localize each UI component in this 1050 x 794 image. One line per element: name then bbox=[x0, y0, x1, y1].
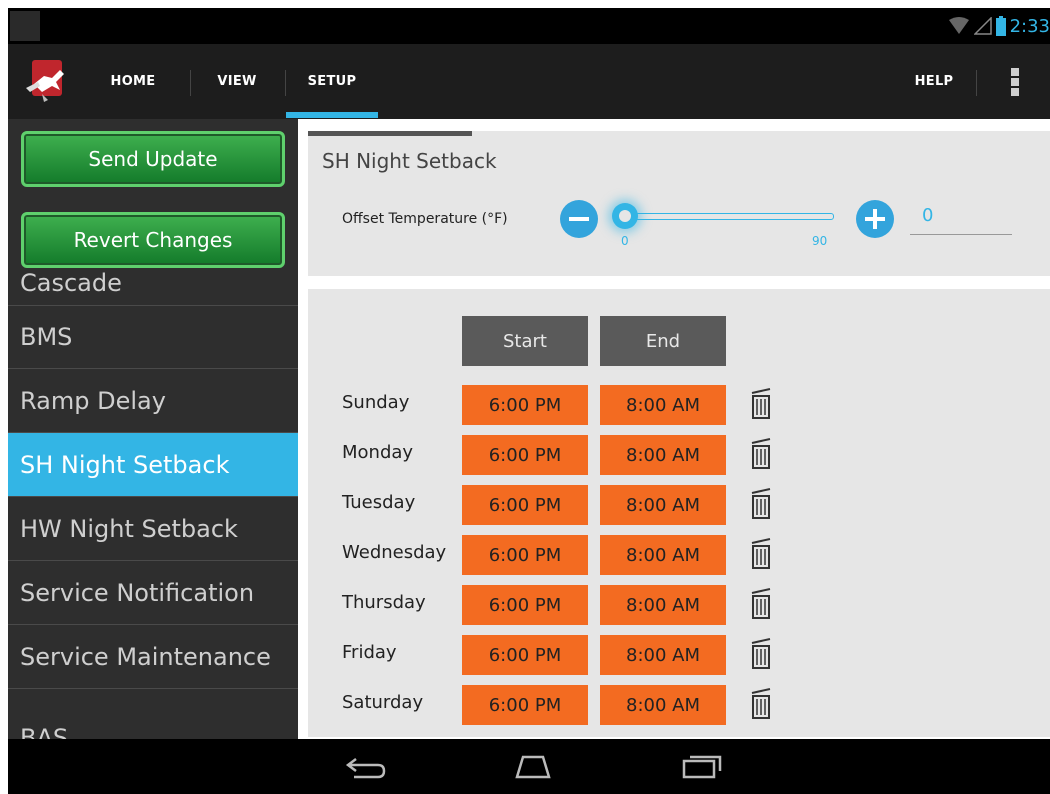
end-time-cell[interactable]: 8:00 AM bbox=[600, 435, 726, 475]
increase-button[interactable] bbox=[856, 200, 894, 238]
offset-value-field[interactable]: 0 bbox=[910, 205, 1012, 235]
schedule-row: Monday 6:00 PM 8:00 AM bbox=[308, 432, 1050, 475]
panel-accent bbox=[308, 131, 472, 136]
end-time-cell[interactable]: 8:00 AM bbox=[600, 485, 726, 525]
tablet-screen: 2:33 HOME VIEW SETUP HELP Cascade BMS Ra… bbox=[8, 8, 1050, 794]
offset-slider[interactable] bbox=[626, 213, 834, 220]
start-time-cell[interactable]: 6:00 PM bbox=[462, 385, 588, 425]
trash-icon[interactable] bbox=[750, 538, 772, 570]
action-bar: HOME VIEW SETUP HELP bbox=[8, 44, 1050, 119]
trash-icon[interactable] bbox=[750, 638, 772, 670]
trash-icon[interactable] bbox=[750, 688, 772, 720]
wifi-icon bbox=[948, 17, 969, 34]
schedule-panel: Start End Sunday 6:00 PM 8:00 AM Monday … bbox=[308, 289, 1050, 737]
nav-divider bbox=[190, 70, 191, 96]
home-icon[interactable] bbox=[511, 751, 555, 781]
end-time-cell[interactable]: 8:00 AM bbox=[600, 685, 726, 725]
start-time-cell[interactable]: 6:00 PM bbox=[462, 435, 588, 475]
sidebar-item-bas[interactable]: BAS bbox=[8, 689, 298, 739]
day-label: Tuesday bbox=[342, 491, 416, 513]
end-header: End bbox=[600, 316, 726, 366]
start-time-cell[interactable]: 6:00 PM bbox=[462, 635, 588, 675]
schedule-row: Sunday 6:00 PM 8:00 AM bbox=[308, 382, 1050, 425]
schedule-row: Wednesday 6:00 PM 8:00 AM bbox=[308, 532, 1050, 575]
schedule-row: Thursday 6:00 PM 8:00 AM bbox=[308, 582, 1050, 625]
back-icon[interactable] bbox=[344, 751, 388, 781]
schedule-row: Tuesday 6:00 PM 8:00 AM bbox=[308, 482, 1050, 525]
sidebar: Cascade BMS Ramp Delay SH Night Setback … bbox=[8, 119, 298, 739]
recents-icon[interactable] bbox=[680, 751, 724, 781]
overflow-menu-icon[interactable] bbox=[1010, 68, 1020, 96]
setback-panel: SH Night Setback Offset Temperature (°F)… bbox=[308, 131, 1050, 276]
end-time-cell[interactable]: 8:00 AM bbox=[600, 535, 726, 575]
slider-max-label: 90 bbox=[812, 234, 828, 248]
end-time-cell[interactable]: 8:00 AM bbox=[600, 635, 726, 675]
status-bar: 2:33 bbox=[8, 8, 1050, 44]
day-label: Friday bbox=[342, 641, 397, 663]
sidebar-item-hw-night-setback[interactable]: HW Night Setback bbox=[8, 497, 298, 561]
offset-slider-thumb[interactable] bbox=[612, 203, 638, 229]
end-time-cell[interactable]: 8:00 AM bbox=[600, 585, 726, 625]
schedule-row: Saturday 6:00 PM 8:00 AM bbox=[308, 682, 1050, 725]
day-label: Thursday bbox=[342, 591, 426, 613]
send-update-button[interactable]: Send Update bbox=[21, 131, 285, 187]
trash-icon[interactable] bbox=[750, 488, 772, 520]
slider-min-label: 0 bbox=[621, 234, 629, 248]
sidebar-item-sh-night-setback[interactable]: SH Night Setback bbox=[8, 433, 298, 497]
system-nav-bar bbox=[8, 739, 1050, 794]
sidebar-item-service-maintenance[interactable]: Service Maintenance bbox=[8, 625, 298, 689]
section-title: SH Night Setback bbox=[322, 149, 497, 173]
sidebar-item-ramp-delay[interactable]: Ramp Delay bbox=[8, 369, 298, 433]
revert-changes-button[interactable]: Revert Changes bbox=[21, 212, 285, 268]
status-time: 2:33 bbox=[1009, 15, 1050, 37]
start-time-cell[interactable]: 6:00 PM bbox=[462, 685, 588, 725]
trash-icon[interactable] bbox=[750, 388, 772, 420]
help-button[interactable]: HELP bbox=[894, 44, 974, 119]
tab-view[interactable]: VIEW bbox=[194, 44, 280, 119]
start-time-cell[interactable]: 6:00 PM bbox=[462, 535, 588, 575]
selected-tab-indicator bbox=[286, 112, 378, 118]
status-right: 2:33 bbox=[948, 8, 1050, 44]
nav-divider bbox=[976, 70, 977, 96]
start-time-cell[interactable]: 6:00 PM bbox=[462, 485, 588, 525]
tab-setup[interactable]: SETUP bbox=[286, 44, 378, 119]
schedule-row: Friday 6:00 PM 8:00 AM bbox=[308, 632, 1050, 675]
trash-icon[interactable] bbox=[750, 588, 772, 620]
sidebar-item-cascade[interactable]: Cascade bbox=[20, 269, 122, 297]
logo-icon bbox=[26, 60, 64, 102]
offset-temperature-label: Offset Temperature (°F) bbox=[342, 211, 508, 227]
content-area: SH Night Setback Offset Temperature (°F)… bbox=[298, 119, 1050, 739]
trash-icon[interactable] bbox=[750, 438, 772, 470]
signal-icon bbox=[973, 17, 992, 35]
start-time-cell[interactable]: 6:00 PM bbox=[462, 585, 588, 625]
day-label: Wednesday bbox=[342, 541, 447, 563]
start-header: Start bbox=[462, 316, 588, 366]
sidebar-item-bms[interactable]: BMS bbox=[8, 305, 298, 369]
battery-icon bbox=[995, 16, 1006, 36]
day-label: Saturday bbox=[342, 691, 424, 713]
day-label: Monday bbox=[342, 441, 414, 463]
end-time-cell[interactable]: 8:00 AM bbox=[600, 385, 726, 425]
tab-home[interactable]: HOME bbox=[88, 44, 178, 119]
decrease-button[interactable] bbox=[560, 200, 598, 238]
minus-icon bbox=[569, 217, 589, 221]
day-label: Sunday bbox=[342, 391, 410, 413]
notification-icon bbox=[10, 11, 40, 41]
sidebar-item-service-notification[interactable]: Service Notification bbox=[8, 561, 298, 625]
plus-icon-vertical bbox=[873, 209, 877, 229]
